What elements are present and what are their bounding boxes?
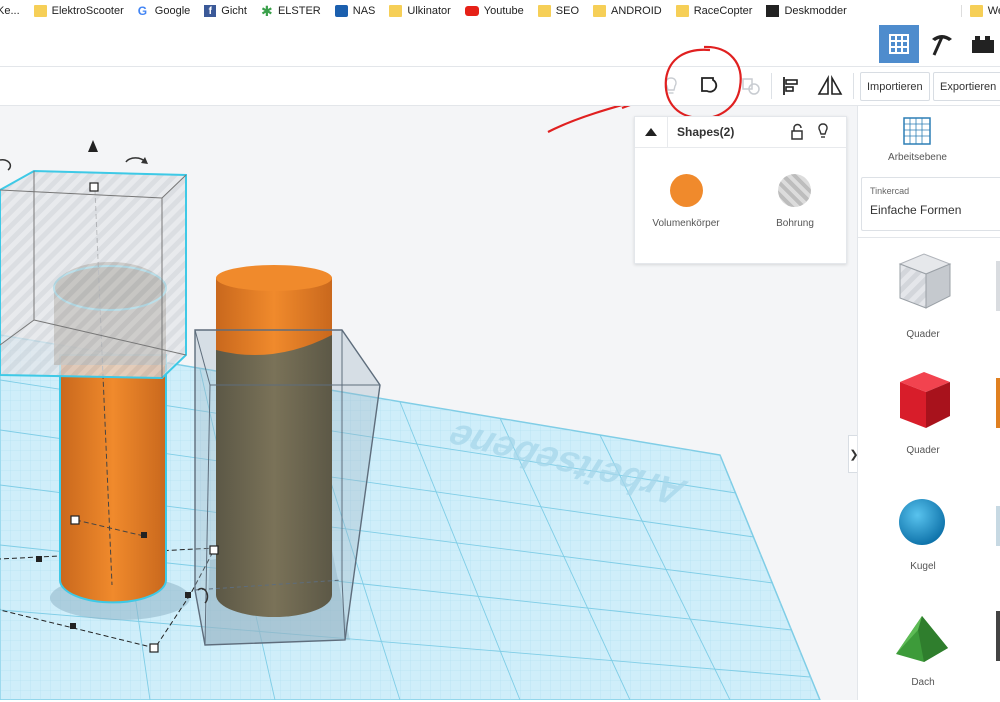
selected-hole-box[interactable] bbox=[0, 169, 187, 380]
bookmark-label: Gicht bbox=[221, 5, 247, 17]
bookmark-item[interactable]: G Google bbox=[138, 4, 190, 18]
folder-icon bbox=[593, 5, 606, 17]
bookmark-item[interactable]: We bbox=[960, 5, 1000, 17]
inspector-header: Shapes(2) bbox=[635, 117, 846, 148]
bookmark-label: ELSTER bbox=[277, 5, 321, 17]
shape-label: Dach bbox=[911, 677, 935, 688]
bookmark-label: RaceCopter bbox=[693, 5, 753, 17]
mirror-button[interactable] bbox=[812, 69, 848, 103]
bookmark-label: SEO bbox=[555, 5, 579, 17]
height-arrow-handle[interactable] bbox=[88, 140, 98, 152]
folder-icon bbox=[675, 5, 689, 17]
sidebar-divider bbox=[858, 237, 1000, 238]
solid-color-swatch[interactable] bbox=[670, 174, 703, 207]
bookmark-label: Youtube bbox=[483, 5, 524, 17]
shape-tile-box[interactable]: Quader bbox=[878, 368, 968, 468]
red-box-icon bbox=[900, 372, 950, 428]
pickaxe-icon bbox=[932, 35, 952, 56]
bookmark-item[interactable]: ElektroScooter bbox=[33, 5, 124, 17]
bookmark-label: ANDROID bbox=[611, 5, 662, 17]
blue-sphere-icon bbox=[899, 499, 945, 545]
toolbar-divider bbox=[853, 73, 854, 99]
shape-tile-partial[interactable] bbox=[996, 611, 1000, 661]
elster-icon: ✱ bbox=[260, 3, 273, 19]
facebook-icon: f bbox=[204, 5, 217, 17]
bookmark-label: Google bbox=[154, 5, 191, 17]
bookmark-label: Ke... bbox=[0, 5, 20, 17]
app-header bbox=[0, 22, 1000, 67]
folder-icon bbox=[969, 5, 983, 17]
editor-toolbar: Importieren Exportieren bbox=[0, 67, 1000, 106]
shape-label: Quader bbox=[906, 329, 940, 340]
bookmark-label: Ulkinator bbox=[407, 5, 451, 17]
library-name: Einfache Formen bbox=[870, 203, 962, 217]
grid-icon bbox=[889, 34, 909, 54]
nas-icon bbox=[334, 5, 348, 17]
bookmark-truncated[interactable]: Ke... bbox=[0, 5, 20, 17]
workplane-icon bbox=[903, 117, 931, 145]
brick-icon bbox=[972, 36, 994, 53]
bookmark-item[interactable]: ANDROID bbox=[593, 5, 662, 17]
rotate-handle-arrow bbox=[141, 157, 148, 164]
shape-inspector: Shapes(2) Volumenkörper Bohrung bbox=[634, 116, 847, 264]
hole-label: Bohrung bbox=[776, 218, 814, 229]
bookmark-item[interactable]: NAS bbox=[334, 5, 376, 17]
bookmark-item[interactable]: Ulkinator bbox=[389, 5, 451, 17]
align-button[interactable] bbox=[773, 69, 809, 103]
bricks-view-button[interactable] bbox=[963, 25, 1000, 63]
second-box-with-cylinder[interactable] bbox=[194, 265, 381, 646]
bookmark-label: NAS bbox=[352, 5, 376, 17]
bookmark-label: Deskmodder bbox=[784, 5, 847, 17]
import-button[interactable]: Importieren bbox=[860, 72, 930, 101]
shape-tile-box-hole[interactable]: Quader bbox=[878, 250, 968, 350]
bookmark-item[interactable]: Deskmodder bbox=[766, 5, 847, 17]
annotation-circle bbox=[664, 45, 742, 120]
shapes-sidebar: Arbeitsebene Tinkercad Einfache Formen Q… bbox=[857, 106, 1000, 700]
shape-tile-sphere[interactable]: Kugel bbox=[878, 486, 968, 586]
align-icon bbox=[783, 77, 798, 95]
library-caption: Tinkercad bbox=[870, 186, 910, 196]
shape-tile-partial[interactable] bbox=[996, 261, 1000, 311]
bookmark-label: ElektroScooter bbox=[51, 5, 124, 17]
shape-tile-partial[interactable] bbox=[996, 378, 1000, 428]
google-icon: G bbox=[137, 4, 148, 18]
hole-swatch[interactable] bbox=[778, 174, 811, 207]
green-roof-icon bbox=[896, 616, 948, 662]
blocks-view-button[interactable] bbox=[922, 25, 962, 63]
bookmark-item[interactable]: Youtube bbox=[464, 5, 524, 17]
header-divider bbox=[667, 117, 668, 147]
workplane-tool[interactable]: Arbeitsebene bbox=[858, 106, 1000, 172]
bookmark-item[interactable]: SEO bbox=[537, 5, 579, 17]
bulb-icon[interactable] bbox=[816, 122, 830, 140]
collapse-triangle-icon[interactable] bbox=[644, 127, 658, 137]
shape-library-select[interactable]: Tinkercad Einfache Formen bbox=[861, 177, 1000, 231]
folder-icon bbox=[33, 5, 47, 17]
bookmark-item[interactable]: f Gicht bbox=[204, 5, 247, 17]
shape-label: Kugel bbox=[910, 561, 936, 572]
export-button[interactable]: Exportieren bbox=[933, 72, 1000, 101]
folder-icon bbox=[537, 5, 551, 17]
striped-box-icon bbox=[898, 253, 952, 309]
shape-label: Quader bbox=[906, 445, 940, 456]
deskmodder-icon bbox=[766, 5, 780, 17]
shape-tile-partial[interactable] bbox=[996, 506, 1000, 546]
lock-icon[interactable] bbox=[790, 123, 804, 141]
bookmark-label: We bbox=[987, 5, 1000, 17]
workplane-label: Arbeitsebene bbox=[888, 152, 947, 163]
annotation-arrow-head bbox=[621, 106, 631, 110]
inspector-title: Shapes(2) bbox=[677, 125, 735, 139]
youtube-icon bbox=[464, 6, 479, 16]
solid-label: Volumenkörper bbox=[652, 218, 720, 229]
bookmark-item[interactable]: ✱ ELSTER bbox=[260, 3, 321, 19]
rotate-handle[interactable] bbox=[0, 158, 12, 171]
3d-design-view-button[interactable] bbox=[879, 25, 919, 63]
bookmarks-bar: Ke... ElektroScooter G Google f Gicht ✱ … bbox=[0, 0, 1000, 23]
mirror-icon bbox=[817, 75, 843, 95]
shape-tile-roof[interactable]: Dach bbox=[878, 602, 968, 702]
bookmark-item[interactable]: RaceCopter bbox=[675, 5, 753, 17]
toolbar-divider bbox=[771, 73, 772, 99]
folder-icon bbox=[389, 5, 403, 17]
